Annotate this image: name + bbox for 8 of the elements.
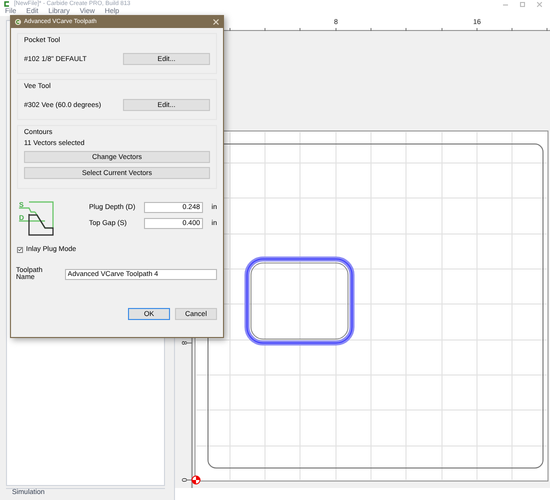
close-icon[interactable] — [537, 2, 542, 6]
origin-marker-icon — [192, 476, 200, 484]
checkbox[interactable] — [17, 246, 23, 252]
app-logo-icon — [4, 1, 10, 7]
app-logo-icon — [15, 19, 21, 25]
maximize-icon[interactable] — [520, 2, 525, 6]
close-icon[interactable] — [213, 19, 219, 25]
minimize-icon[interactable] — [503, 2, 508, 6]
